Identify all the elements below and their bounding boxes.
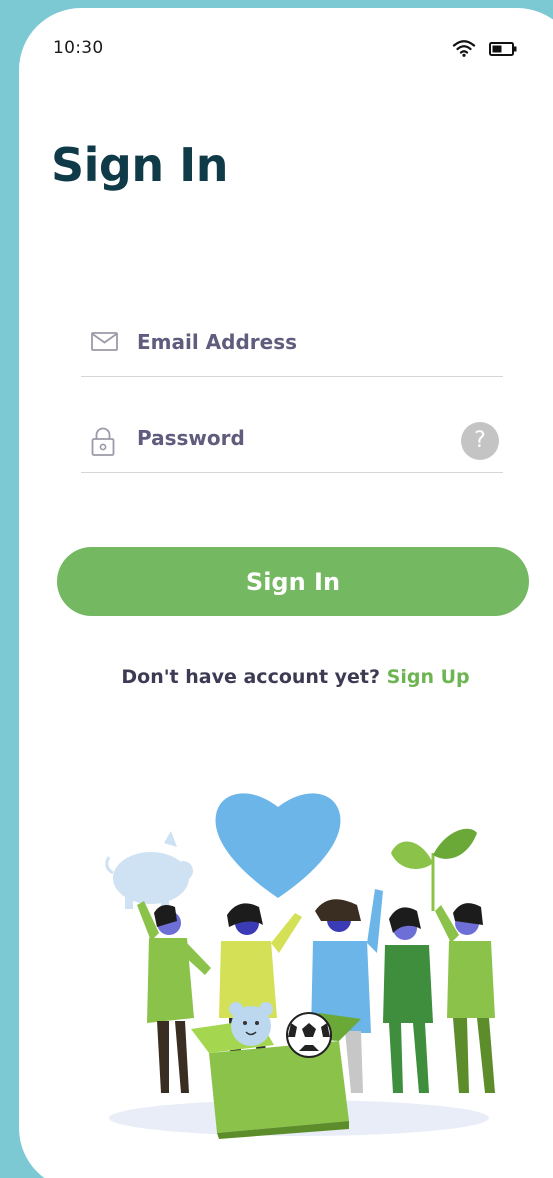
volunteer-4 — [383, 907, 433, 1093]
email-placeholder: Email Address — [137, 330, 298, 354]
signup-prompt-text: Don't have account yet? — [121, 666, 387, 688]
soccer-ball-shape — [286, 1012, 332, 1058]
email-field[interactable]: Email Address — [81, 324, 503, 377]
status-time: 10:30 — [53, 38, 104, 58]
heart-shape — [215, 793, 341, 898]
password-help-icon[interactable]: ? — [461, 422, 499, 460]
phone-screen: 10:30 Sign In Email Address Password ? S… — [19, 8, 553, 1178]
donation-box-shape — [191, 1013, 361, 1139]
lock-icon — [91, 427, 115, 456]
plant-shape — [391, 828, 477, 911]
password-placeholder: Password — [137, 426, 245, 450]
battery-icon — [489, 42, 517, 56]
volunteer-1 — [137, 901, 211, 1093]
page-title: Sign In — [51, 138, 228, 192]
volunteers-illustration — [105, 793, 495, 1139]
volunteer-5 — [435, 903, 495, 1093]
device-frame: 10:30 Sign In Email Address Password ? S… — [0, 0, 553, 1178]
sign-in-button[interactable]: Sign In — [57, 547, 529, 616]
piggy-bank-shape — [105, 831, 193, 909]
signup-prompt-row: Don't have account yet? Sign Up — [19, 666, 553, 688]
mail-icon — [91, 332, 118, 351]
password-field[interactable]: Password ? — [81, 420, 503, 473]
wifi-icon — [452, 40, 476, 57]
sign-up-link[interactable]: Sign Up — [387, 666, 470, 688]
